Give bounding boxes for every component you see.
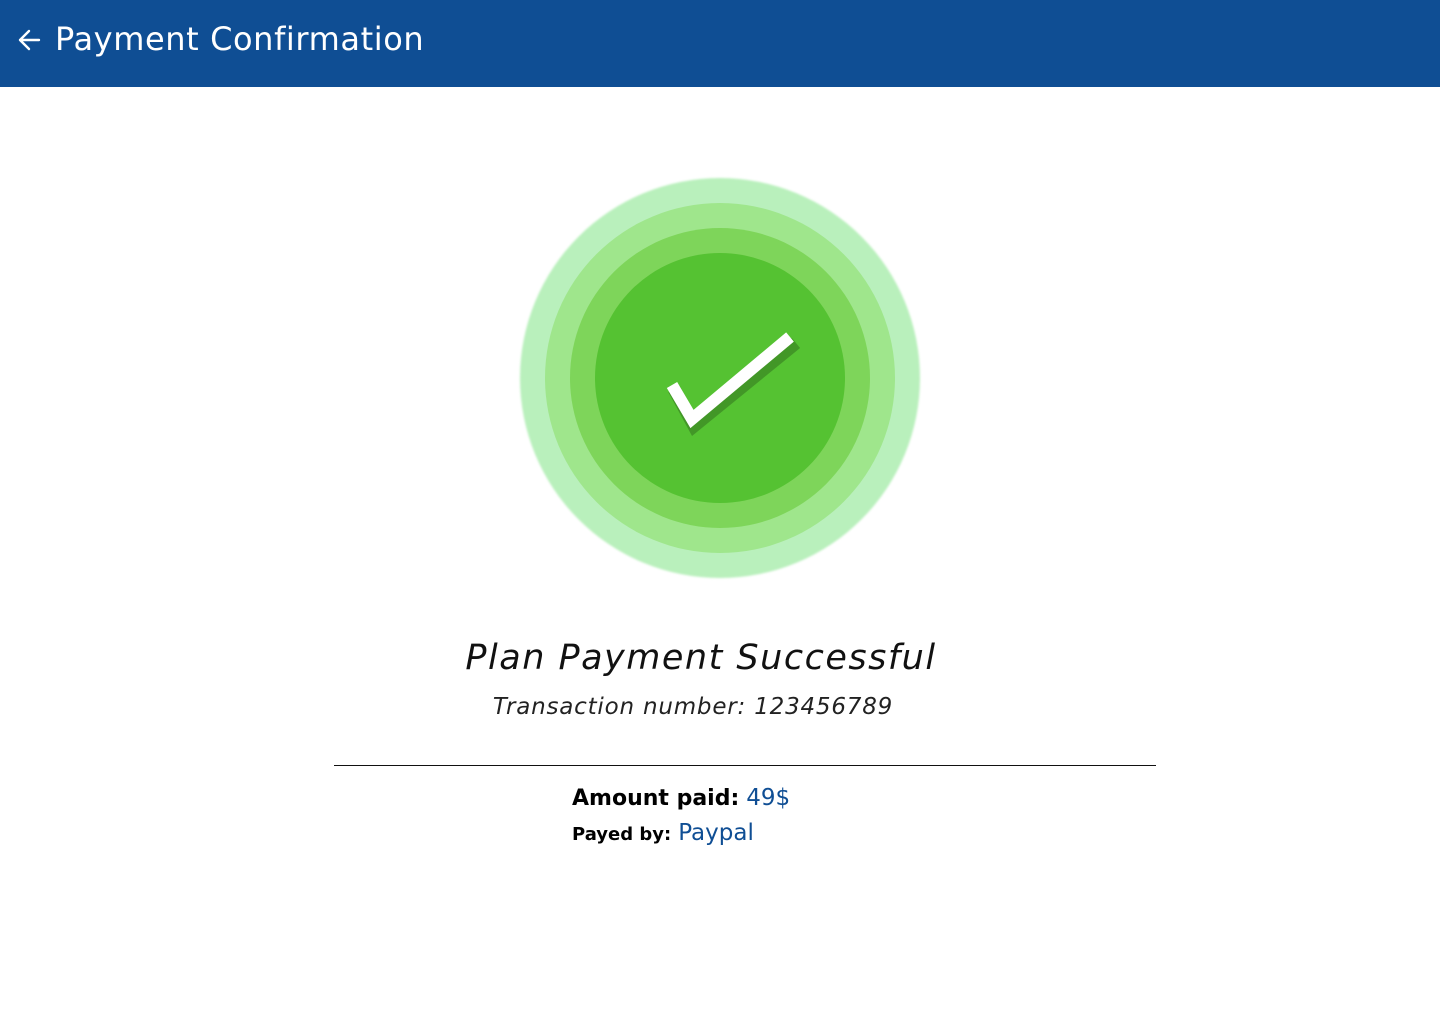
transaction-number: 123456789 [754,694,894,720]
payment-method-value: Paypal [678,820,754,846]
amount-paid-value: 49$ [746,785,791,811]
success-badge [520,178,920,578]
payment-method-label: Payed by: [572,824,672,845]
top-app-bar: Payment Confirmation [0,0,1440,87]
transaction-info: Transaction number: 123456789 [0,692,1386,722]
payment-method-row: Payed by: Paypal [572,820,754,846]
section-divider [334,765,1156,766]
arrow-left-icon [18,29,41,51]
transaction-label: Transaction number: [492,694,747,720]
back-button[interactable] [14,26,44,54]
payment-status-title: Plan Payment Successful [465,638,937,678]
checkmark-icon [666,332,801,436]
amount-paid-label: Amount paid: [572,786,740,811]
amount-paid-row: Amount paid: 49$ [572,785,790,811]
page-title: Payment Confirmation [55,20,425,58]
